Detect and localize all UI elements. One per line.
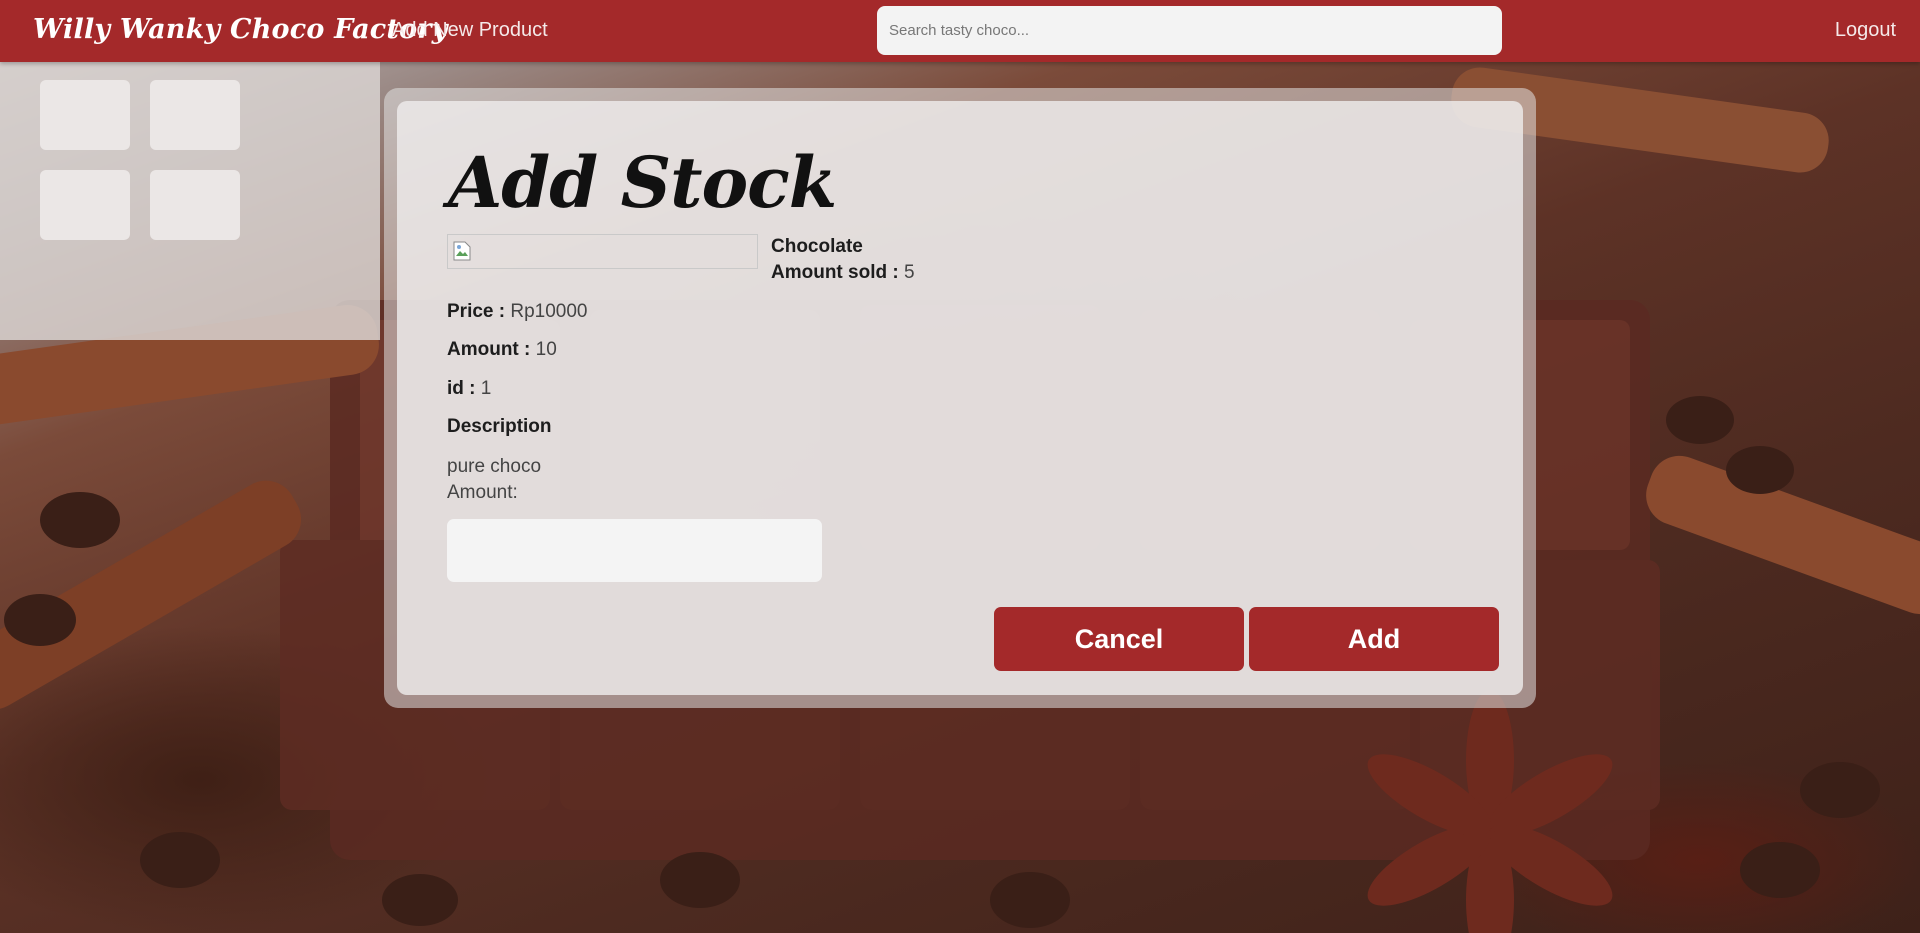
page-title: Add Stock: [448, 141, 837, 224]
price-value: Rp10000: [510, 301, 588, 322]
id-label: id :: [447, 378, 476, 399]
amount-sold-label: Amount sold :: [771, 262, 899, 283]
amount-row: Amount : 10: [447, 339, 557, 361]
brand-logo[interactable]: Willy Wanky Choco Factory: [33, 14, 448, 45]
amount-value: 10: [535, 339, 557, 360]
add-stock-panel: Add Stock Chocolate Amount sold : 5 Pric…: [384, 88, 1536, 708]
add-button[interactable]: Add: [1249, 607, 1499, 671]
amount-sold-value: 5: [903, 262, 915, 283]
amount-input-label: Amount:: [447, 482, 518, 503]
search-input[interactable]: [877, 6, 1502, 55]
id-value: 1: [480, 378, 492, 399]
price-row: Price : Rp10000: [447, 301, 588, 323]
amount-sold-row: Amount sold : 5: [771, 262, 915, 284]
product-name: Chocolate: [771, 236, 863, 257]
cancel-button[interactable]: Cancel: [994, 607, 1244, 671]
description-value: pure choco: [447, 456, 542, 477]
price-label: Price :: [447, 301, 506, 322]
add-stock-card: Add Stock Chocolate Amount sold : 5 Pric…: [397, 101, 1523, 695]
amount-label: Amount :: [447, 339, 531, 360]
add-new-product-link[interactable]: Add New Product: [392, 19, 548, 42]
navbar: Willy Wanky Choco Factory Add New Produc…: [0, 0, 1920, 62]
broken-image-icon: [453, 241, 471, 261]
id-row: id : 1: [447, 378, 491, 400]
amount-input[interactable]: [447, 519, 822, 582]
description-label: Description: [447, 416, 552, 437]
product-image: [447, 234, 758, 269]
logout-link[interactable]: Logout: [1835, 19, 1896, 42]
